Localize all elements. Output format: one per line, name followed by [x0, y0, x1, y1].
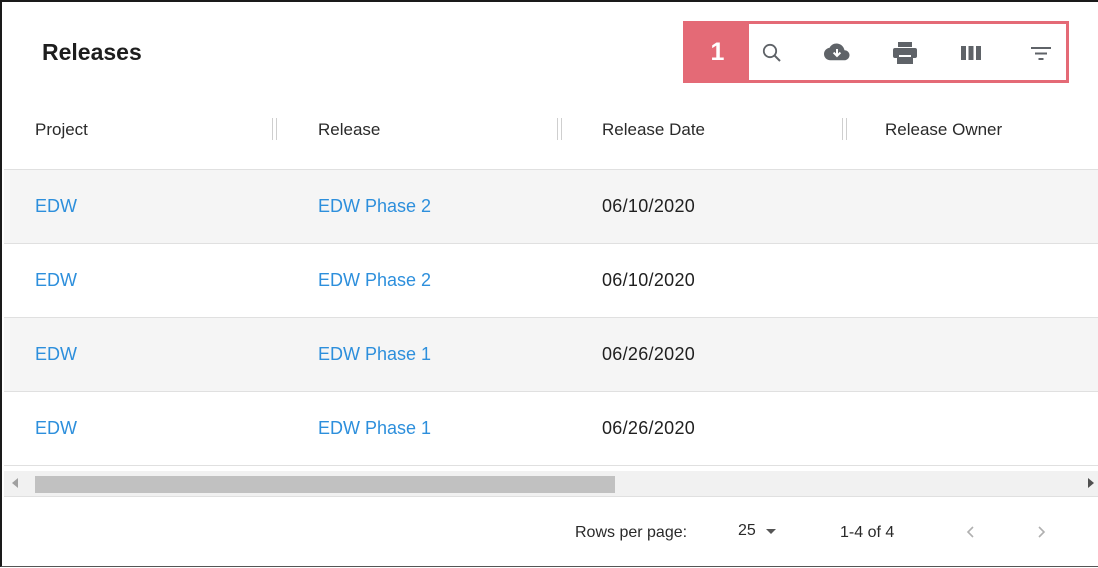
rows-per-page-label: Rows per page:: [575, 524, 688, 541]
chevron-right-icon: [1038, 526, 1046, 538]
scroll-left-arrow-icon[interactable]: [12, 478, 18, 488]
table-header: Project Release Release Date Release Own…: [4, 96, 1098, 170]
chevron-left-icon: [966, 526, 974, 538]
table-row: EDW EDW Phase 2 06/10/2020: [4, 170, 1098, 244]
table-pagination: Rows per page: 25 1-4 of 4: [4, 498, 1098, 568]
pagination-range: 1-4 of 4: [840, 524, 895, 541]
release-link[interactable]: EDW Phase 2: [318, 196, 431, 217]
column-header-release-date[interactable]: Release Date: [602, 120, 705, 140]
column-resize-handle[interactable]: [557, 118, 562, 140]
project-link[interactable]: EDW: [35, 196, 77, 217]
toolbar-callout: 1: [683, 21, 1069, 83]
filter-list-icon[interactable]: [1026, 38, 1056, 68]
print-icon[interactable]: [890, 38, 920, 68]
horizontal-scrollbar[interactable]: [4, 471, 1098, 497]
table-row: EDW EDW Phase 2 06/10/2020: [4, 244, 1098, 318]
cloud-download-icon[interactable]: [822, 38, 852, 68]
release-link[interactable]: EDW Phase 1: [318, 418, 431, 439]
project-link[interactable]: EDW: [35, 344, 77, 365]
column-resize-handle[interactable]: [272, 118, 277, 140]
column-resize-handle[interactable]: [842, 118, 847, 140]
release-link[interactable]: EDW Phase 1: [318, 344, 431, 365]
release-date: 06/10/2020: [602, 196, 696, 216]
scrollbar-thumb[interactable]: [35, 476, 615, 493]
next-page-button[interactable]: [1027, 518, 1055, 546]
column-header-project[interactable]: Project: [35, 120, 88, 140]
table-row: EDW EDW Phase 1 06/26/2020: [4, 318, 1098, 392]
view-column-icon[interactable]: [956, 38, 986, 68]
project-link[interactable]: EDW: [35, 270, 77, 291]
release-date: 06/26/2020: [602, 344, 696, 364]
caret-down-icon: [765, 528, 776, 534]
release-date: 06/26/2020: [602, 418, 696, 438]
releases-panel: Releases 1 Project Release Release Date …: [0, 0, 1098, 567]
project-link[interactable]: EDW: [35, 418, 77, 439]
callout-number: 1: [686, 24, 749, 80]
search-icon[interactable]: [757, 38, 787, 68]
rows-per-page-select[interactable]: 25: [738, 522, 776, 540]
scroll-right-arrow-icon[interactable]: [1088, 478, 1094, 488]
release-link[interactable]: EDW Phase 2: [318, 270, 431, 291]
column-header-release-owner[interactable]: Release Owner: [885, 120, 1002, 140]
table-toolbar: Releases 1: [4, 4, 1098, 96]
column-header-release[interactable]: Release: [318, 120, 380, 140]
previous-page-button[interactable]: [957, 518, 985, 546]
table-row: EDW EDW Phase 1 06/26/2020: [4, 392, 1098, 466]
rows-per-page-value: 25: [738, 522, 756, 539]
release-date: 06/10/2020: [602, 270, 696, 290]
page-title: Releases: [42, 39, 142, 65]
